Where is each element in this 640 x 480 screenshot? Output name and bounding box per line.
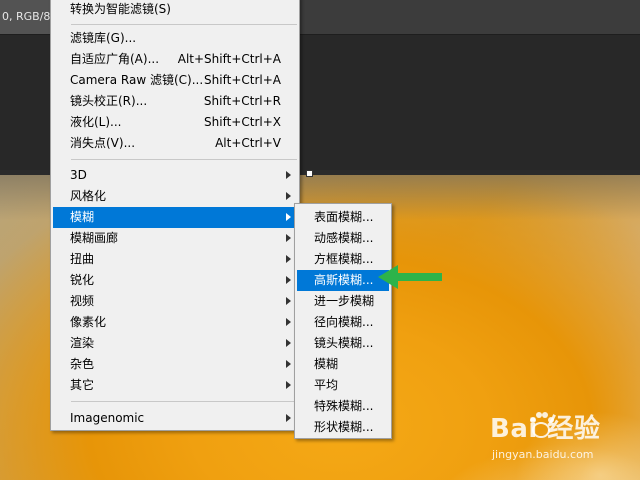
submenu-item-gaussian-blur[interactable]: 高斯模糊...	[297, 270, 389, 291]
menu-item-pixelate[interactable]: 像素化	[53, 312, 297, 333]
menu-item-other[interactable]: 其它	[53, 375, 297, 396]
menu-shortcut: Shift+Ctrl+R	[203, 94, 281, 108]
chevron-right-icon	[286, 414, 291, 422]
submenu-item-smart-blur[interactable]: 特殊模糊...	[297, 396, 389, 417]
blur-submenu: 表面模糊... 动感模糊... 方框模糊... 高斯模糊... 进一步模糊 径向…	[294, 203, 392, 439]
menu-item-liquify[interactable]: 液化(L)... Shift+Ctrl+X	[53, 112, 297, 133]
chevron-right-icon	[286, 318, 291, 326]
menu-item-blur-gallery[interactable]: 模糊画廊	[53, 228, 297, 249]
chevron-right-icon	[286, 276, 291, 284]
filter-menu: 转换为智能滤镜(S) 滤镜库(G)... 自适应广角(A)... Alt+Shif…	[50, 0, 300, 431]
submenu-item-lens-blur[interactable]: 镜头模糊...	[297, 333, 389, 354]
chevron-right-icon	[286, 213, 291, 221]
baidu-paw-icon	[530, 412, 554, 438]
submenu-item-surface-blur[interactable]: 表面模糊...	[297, 207, 389, 228]
menu-item-sharpen[interactable]: 锐化	[53, 270, 297, 291]
chevron-right-icon	[286, 192, 291, 200]
menu-item-distort[interactable]: 扭曲	[53, 249, 297, 270]
menu-item-video[interactable]: 视频	[53, 291, 297, 312]
chevron-right-icon	[286, 381, 291, 389]
chevron-right-icon	[286, 234, 291, 242]
submenu-item-average[interactable]: 平均	[297, 375, 389, 396]
submenu-item-blur-more[interactable]: 进一步模糊	[297, 291, 389, 312]
menu-item-stylize[interactable]: 风格化	[53, 186, 297, 207]
menu-separator	[71, 401, 297, 402]
submenu-item-motion-blur[interactable]: 动感模糊...	[297, 228, 389, 249]
menu-item-blur[interactable]: 模糊	[53, 207, 297, 228]
chevron-right-icon	[286, 297, 291, 305]
menu-item-3d[interactable]: 3D	[53, 165, 297, 186]
menu-separator	[71, 24, 297, 25]
menu-item-convert-smart-filter[interactable]: 转换为智能滤镜(S)	[53, 0, 297, 20]
chevron-right-icon	[286, 171, 291, 179]
chevron-right-icon	[286, 255, 291, 263]
baidu-watermark: Bai 经验 jingyan.baidu.com	[490, 408, 635, 472]
menu-shortcut: Shift+Ctrl+A	[204, 73, 281, 87]
menu-item-vanishing-point[interactable]: 消失点(V)... Alt+Ctrl+V	[53, 133, 297, 154]
menu-shortcut: Alt+Shift+Ctrl+A	[177, 52, 281, 66]
menu-separator	[71, 159, 297, 160]
menu-shortcut: Shift+Ctrl+X	[204, 115, 281, 129]
submenu-item-radial-blur[interactable]: 径向模糊...	[297, 312, 389, 333]
menu-item-adaptive-wide-angle[interactable]: 自适应广角(A)... Alt+Shift+Ctrl+A	[53, 49, 297, 70]
menu-item-noise[interactable]: 杂色	[53, 354, 297, 375]
green-arrow-left-icon	[378, 265, 442, 289]
chevron-right-icon	[286, 339, 291, 347]
menu-shortcut: Alt+Ctrl+V	[215, 136, 281, 150]
menu-item-render[interactable]: 渲染	[53, 333, 297, 354]
submenu-item-shape-blur[interactable]: 形状模糊...	[297, 417, 389, 438]
transform-handle[interactable]	[306, 170, 313, 177]
submenu-item-blur[interactable]: 模糊	[297, 354, 389, 375]
menu-item-camera-raw[interactable]: Camera Raw 滤镜(C)... Shift+Ctrl+A	[53, 70, 297, 91]
menu-item-filter-gallery[interactable]: 滤镜库(G)...	[53, 28, 297, 49]
submenu-item-box-blur[interactable]: 方框模糊...	[297, 249, 389, 270]
watermark-url: jingyan.baidu.com	[492, 448, 594, 461]
menu-item-lens-correction[interactable]: 镜头校正(R)... Shift+Ctrl+R	[53, 91, 297, 112]
menu-item-imagenomic[interactable]: Imagenomic	[53, 408, 297, 429]
chevron-right-icon	[286, 360, 291, 368]
